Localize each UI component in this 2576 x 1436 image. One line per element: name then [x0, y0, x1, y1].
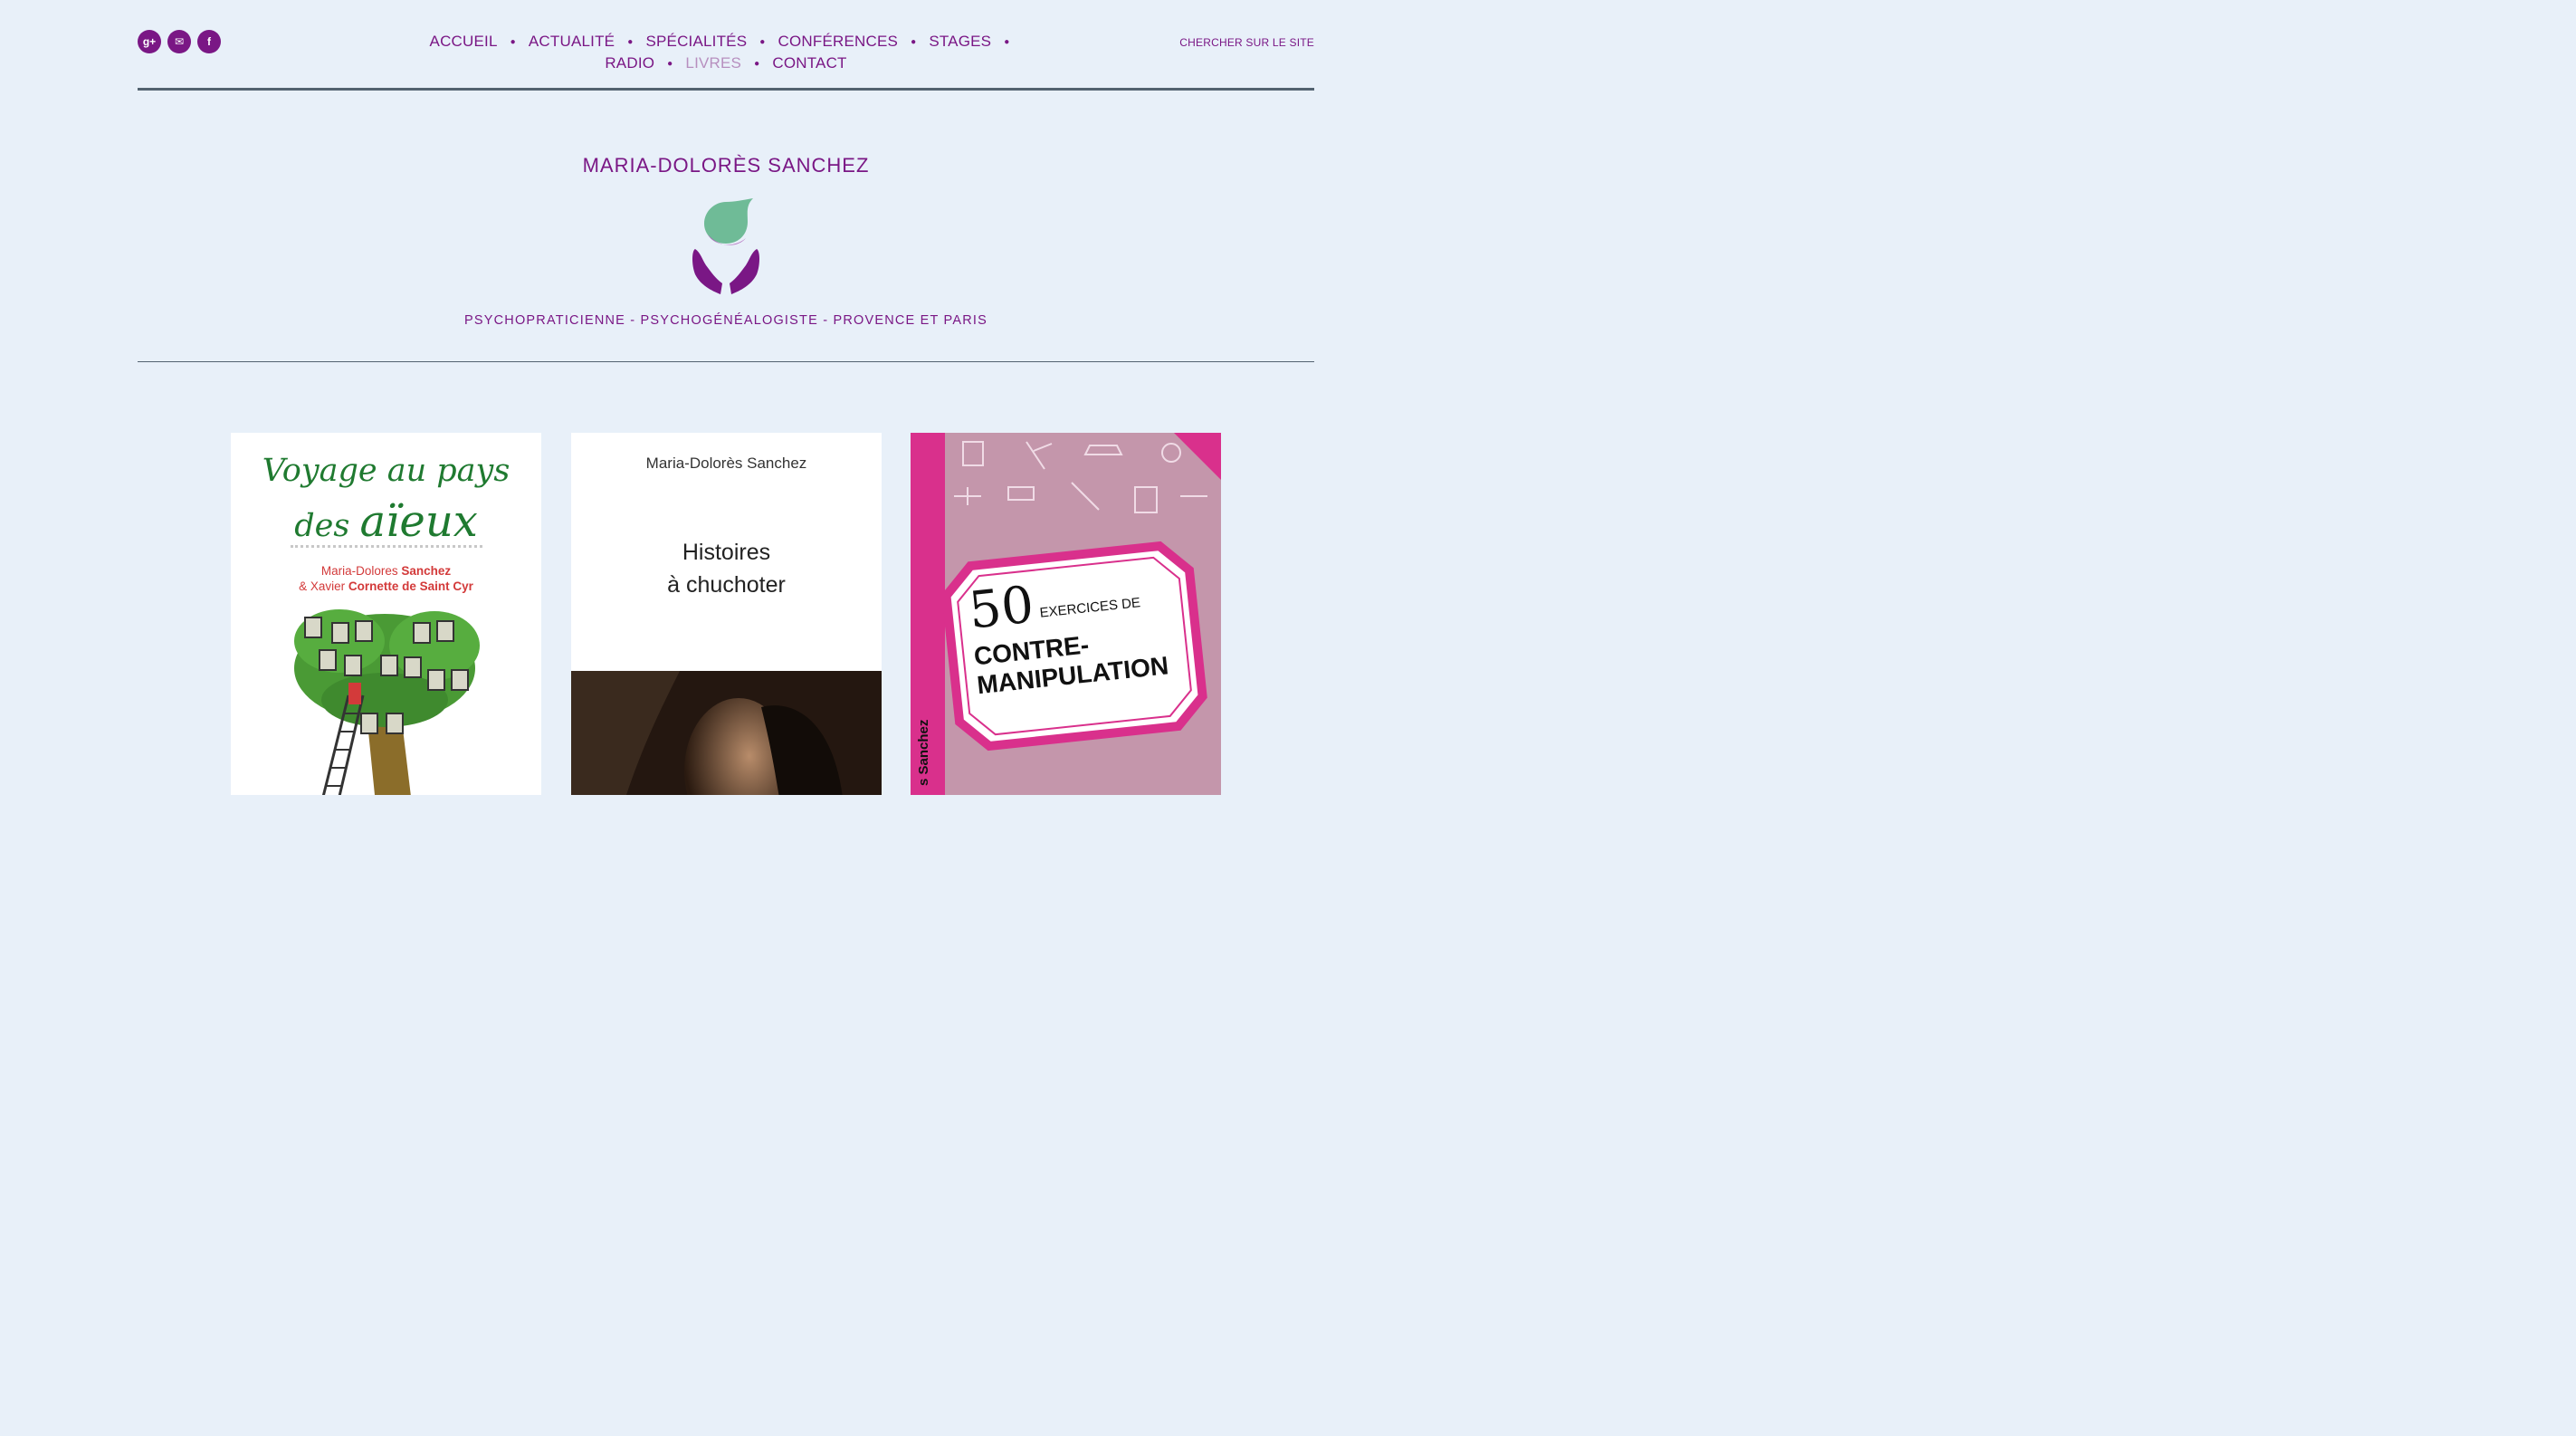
book-title-line2: à chuchoter	[667, 572, 786, 598]
nav-separator: ●	[627, 37, 634, 48]
book-cover-voyage-au-pays-des-aieux[interactable]: Voyage au pays des aïeux Maria-Dolores S…	[231, 433, 541, 795]
search-link[interactable]: CHERCHER SUR LE SITE	[1179, 36, 1314, 49]
nav-item-accueil[interactable]: ACCUEIL	[430, 33, 498, 50]
book-author-line2: & Xavier Cornette de Saint Cyr	[231, 579, 541, 593]
nav-item-contact[interactable]: CONTACT	[772, 54, 846, 72]
author-name: Cornette de Saint Cyr	[348, 579, 473, 593]
nav-separator: ●	[911, 37, 917, 48]
book-title-line1: Voyage au pays	[262, 453, 510, 489]
email-icon[interactable]: ✉	[167, 30, 191, 53]
social-links: g+ ✉ f	[138, 30, 221, 53]
nav-separator: ●	[759, 37, 766, 48]
cover-corner	[1174, 433, 1221, 480]
dotted-divider	[291, 545, 482, 548]
book-title-line2: des aïeux	[231, 496, 541, 547]
site-header: g+ ✉ f ACCUEIL ● ACTUALITÉ ● SPÉCIALITÉS ● CON…	[138, 0, 1314, 91]
spine-author: s Sanchez	[916, 719, 931, 786]
logo-hands-drop-icon[interactable]	[688, 193, 764, 298]
header-divider	[138, 88, 1314, 91]
book-cover-50-exercices-contre-manipulation[interactable]: s Sanchez 50 EXERCICES DE CONTRE- MANIPU…	[911, 433, 1221, 795]
cover-photo-faces	[571, 671, 882, 795]
book-title: Histoires à chuchoter	[571, 536, 882, 601]
nav-item-conferences[interactable]: CONFÉRENCES	[778, 33, 899, 50]
google-plus-icon[interactable]: g+	[138, 30, 161, 53]
author-name: Sanchez	[401, 564, 452, 578]
nav-item-livres[interactable]: LIVRES	[685, 54, 741, 72]
nav-item-actualite[interactable]: ACTUALITÉ	[529, 33, 615, 50]
nav-item-specialites[interactable]: SPÉCIALITÉS	[645, 33, 747, 50]
site-title[interactable]: MARIA-DOLORÈS SANCHEZ	[0, 154, 1452, 177]
family-tree-illustration	[294, 609, 480, 795]
book-author: Maria-Dolorès Sanchez	[645, 455, 807, 472]
nav-separator: ●	[754, 59, 760, 70]
label-number: 50	[966, 575, 1037, 641]
tagline: PSYCHOPRATICIENNE - PSYCHOGÉNÉALOGISTE -…	[463, 313, 987, 328]
nav-row-1: ACCUEIL ● ACTUALITÉ ● SPÉCIALITÉS ● CONFÉRENCE…	[409, 31, 1043, 53]
author-prefix: Maria-Dolores	[320, 564, 398, 578]
book-cover-histoires-a-chuchoter[interactable]: Maria-Dolorès Sanchez Histoires à chucho…	[571, 433, 882, 795]
label-subtitle: EXERCICES DE	[1038, 595, 1141, 621]
nav-row-2: RADIO ● LIVRES ● CONTACT	[409, 53, 1043, 74]
nav-item-radio[interactable]: RADIO	[605, 54, 654, 72]
author-prefix: & Xavier	[299, 579, 346, 593]
book-title-small: des	[294, 508, 350, 544]
content-divider	[138, 361, 1314, 362]
book-author-line1: Maria-Dolores Sanchez	[231, 564, 541, 578]
main-nav: ACCUEIL ● ACTUALITÉ ● SPÉCIALITÉS ● CONFÉRENCE…	[409, 31, 1043, 74]
nav-separator: ●	[667, 59, 673, 70]
book-title-line1: Histoires	[682, 540, 771, 565]
nav-item-stages[interactable]: STAGES	[929, 33, 991, 50]
nav-separator: ●	[1004, 37, 1010, 48]
nav-separator: ●	[510, 37, 516, 48]
facebook-icon[interactable]: f	[197, 30, 221, 53]
book-title-big: aïeux	[359, 496, 478, 547]
